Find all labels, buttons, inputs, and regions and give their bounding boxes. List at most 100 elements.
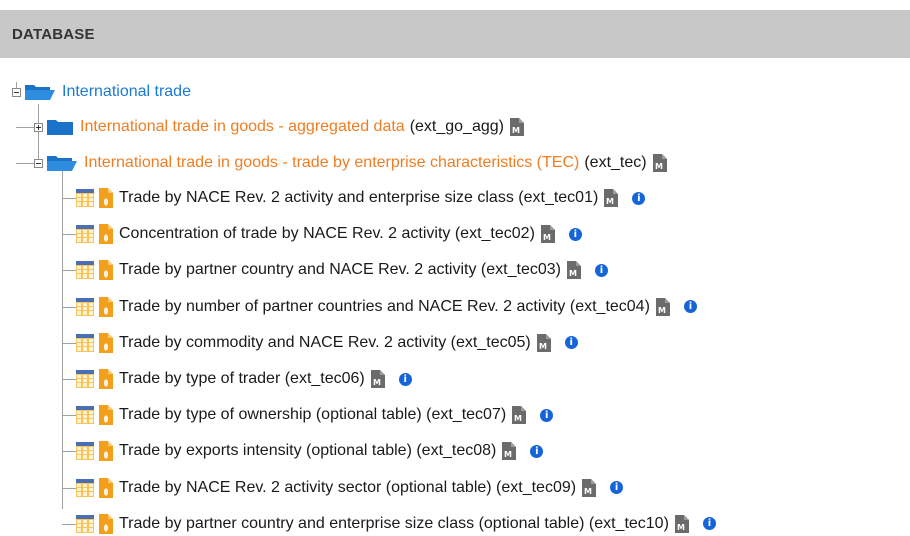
metadata-icon[interactable]: M	[582, 478, 597, 497]
open-folder-icon	[47, 156, 77, 171]
info-icon[interactable]: i	[594, 263, 608, 277]
metadata-icon[interactable]: M	[652, 154, 667, 172]
table-row[interactable]: Trade by partner country and NACE Rev. 2…	[76, 258, 608, 282]
svg-text:M: M	[584, 487, 592, 496]
table-label[interactable]: Trade by commodity and NACE Rev. 2 activ…	[119, 334, 531, 352]
table-label[interactable]: Trade by exports intensity (optional tab…	[119, 442, 496, 460]
table-icon	[76, 406, 94, 425]
tree-line	[62, 451, 76, 453]
table-row[interactable]: Trade by type of trader (ext_tec06) M i	[76, 367, 412, 391]
metadata-icon[interactable]: M	[566, 261, 581, 280]
info-icon[interactable]: i	[398, 372, 412, 386]
table-row[interactable]: Concentration of trade by NACE Rev. 2 ac…	[76, 222, 582, 246]
table-label[interactable]: Concentration of trade by NACE Rev. 2 ac…	[119, 225, 535, 243]
expand-toggle[interactable]	[34, 122, 43, 132]
svg-text:M: M	[539, 342, 547, 351]
collapse-toggle[interactable]	[34, 158, 43, 168]
dataset-code: (ext_go_agg)	[409, 118, 504, 135]
metadata-icon[interactable]: M	[509, 118, 524, 136]
collapse-toggle[interactable]	[12, 87, 21, 97]
cube-icon	[99, 224, 113, 245]
metadata-icon[interactable]: M	[512, 406, 527, 425]
svg-text:M: M	[569, 269, 577, 278]
table-icon	[76, 478, 94, 497]
cube-icon	[99, 513, 113, 534]
info-icon[interactable]: i	[530, 444, 544, 458]
metadata-icon[interactable]: M	[540, 225, 555, 244]
info-icon[interactable]: i	[683, 300, 697, 314]
svg-text:M: M	[677, 523, 685, 532]
tree-line	[62, 487, 76, 489]
table-label[interactable]: Trade by number of partner countries and…	[119, 298, 650, 316]
cube-icon	[99, 260, 113, 281]
table-icon	[76, 514, 94, 533]
tree-line	[62, 270, 76, 272]
open-folder-icon	[25, 85, 55, 100]
svg-text:M: M	[658, 306, 666, 315]
tree-line	[62, 379, 76, 380]
svg-text:M: M	[514, 414, 522, 423]
database-tree: International trade International trade …	[0, 0, 910, 534]
cube-icon	[99, 369, 113, 389]
info-icon[interactable]: i	[632, 191, 646, 205]
table-row[interactable]: Trade by exports intensity (optional tab…	[76, 439, 544, 463]
info-icon[interactable]: i	[568, 227, 582, 241]
info-icon[interactable]: i	[564, 336, 578, 350]
tree-line	[16, 127, 36, 128]
table-label[interactable]: Trade by type of trader (ext_tec06)	[119, 370, 365, 388]
tree-node-international-trade[interactable]: International trade	[12, 80, 191, 104]
metadata-icon[interactable]: M	[604, 189, 619, 207]
cube-icon	[99, 188, 113, 208]
metadata-icon[interactable]: M	[370, 370, 385, 388]
tree-line	[62, 523, 76, 525]
table-row[interactable]: Trade by commodity and NACE Rev. 2 activ…	[76, 331, 578, 355]
metadata-icon[interactable]: M	[655, 297, 670, 316]
metadata-icon[interactable]: M	[536, 333, 551, 352]
metadata-icon[interactable]: M	[674, 514, 689, 533]
table-icon	[76, 261, 94, 280]
tree-line	[62, 342, 76, 344]
table-icon	[76, 442, 94, 461]
info-icon[interactable]: i	[610, 481, 624, 495]
svg-text:M: M	[512, 126, 520, 135]
info-icon[interactable]: i	[702, 517, 716, 531]
table-row[interactable]: Trade by number of partner countries and…	[76, 295, 697, 319]
table-label[interactable]: Trade by NACE Rev. 2 activity and enterp…	[119, 189, 598, 207]
table-label[interactable]: Trade by partner country and NACE Rev. 2…	[119, 261, 561, 279]
tree-node-label[interactable]: International trade in goods - aggregate…	[80, 118, 405, 136]
tree-line	[62, 168, 63, 509]
cube-icon	[99, 477, 113, 498]
tree-node-aggregated-data[interactable]: International trade in goods - aggregate…	[34, 115, 524, 139]
tree-node-label[interactable]: International trade	[62, 83, 191, 101]
table-icon	[76, 189, 94, 207]
metadata-icon[interactable]: M	[502, 442, 517, 461]
table-label[interactable]: Trade by NACE Rev. 2 activity sector (op…	[119, 479, 576, 497]
svg-text:M: M	[543, 233, 551, 242]
table-label[interactable]: Trade by type of ownership (optional tab…	[119, 406, 506, 424]
svg-text:M: M	[606, 197, 614, 206]
tree-line	[16, 163, 36, 164]
table-row[interactable]: Trade by partner country and enterprise …	[76, 512, 716, 536]
tree-line	[62, 415, 76, 417]
table-row[interactable]: Trade by NACE Rev. 2 activity and enterp…	[76, 186, 646, 210]
dataset-code: (ext_tec)	[584, 154, 647, 171]
table-row[interactable]: Trade by type of ownership (optional tab…	[76, 403, 554, 427]
cube-icon	[99, 296, 113, 317]
tree-node-label[interactable]: International trade in goods - trade by …	[84, 154, 579, 172]
folder-icon	[47, 120, 73, 135]
cube-icon	[99, 405, 113, 426]
tree-line	[62, 306, 76, 308]
svg-text:M: M	[373, 378, 381, 387]
cube-icon	[99, 332, 113, 353]
tree-node-tec[interactable]: International trade in goods - trade by …	[34, 151, 667, 175]
info-icon[interactable]: i	[540, 408, 554, 422]
table-icon	[76, 333, 94, 352]
svg-text:M: M	[504, 450, 512, 459]
tree-line	[62, 234, 76, 236]
table-icon	[76, 297, 94, 316]
cube-icon	[99, 441, 113, 462]
table-label[interactable]: Trade by partner country and enterprise …	[119, 515, 669, 533]
table-icon	[76, 225, 94, 244]
table-row[interactable]: Trade by NACE Rev. 2 activity sector (op…	[76, 476, 624, 500]
svg-text:M: M	[655, 162, 663, 171]
